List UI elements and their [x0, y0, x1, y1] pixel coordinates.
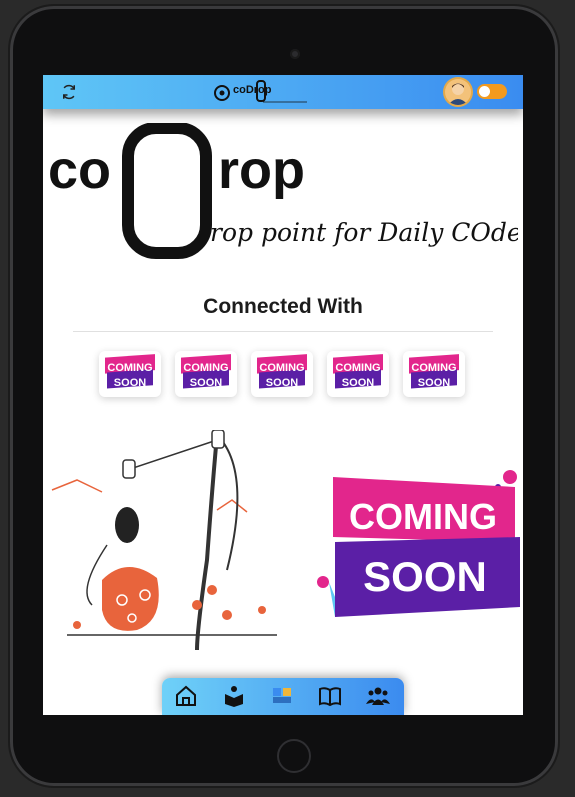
- coming-soon-badge[interactable]: COMING SOON: [175, 351, 237, 397]
- avatar[interactable]: [445, 79, 471, 105]
- badge-line2: SOON: [418, 377, 450, 389]
- logo-tagline: rop point for Daily COders: [210, 218, 518, 247]
- camera-dot: [290, 49, 300, 59]
- coming-soon-banner: COMING SOON: [317, 470, 520, 617]
- badge-line2: SOON: [190, 377, 222, 389]
- coming-soon-badge[interactable]: COMING SOON: [403, 351, 465, 397]
- user-avatar-icon: [448, 83, 468, 105]
- banner-line1: COMING: [349, 496, 497, 537]
- divider: [73, 331, 493, 332]
- codrop-logo: co rop rop point for Daily COders: [48, 123, 518, 259]
- mini-logo[interactable]: coDrop: [211, 78, 321, 106]
- badge-line1: COMING: [107, 362, 152, 374]
- refresh-icon[interactable]: [60, 83, 78, 101]
- logo-co: co: [48, 140, 111, 200]
- connected-heading: Connected With: [203, 295, 363, 318]
- logo-rop: rop: [218, 140, 305, 200]
- reader-icon[interactable]: [222, 684, 246, 708]
- badge-line2: SOON: [266, 377, 298, 389]
- coming-soon-badge[interactable]: COMING SOON: [99, 351, 161, 397]
- book-icon[interactable]: [318, 684, 342, 708]
- badge-line1: COMING: [335, 362, 380, 374]
- coming-soon-badge[interactable]: COMING SOON: [327, 351, 389, 397]
- badge-line2: SOON: [114, 377, 146, 389]
- badge-line1: COMING: [259, 362, 304, 374]
- banner-line2: SOON: [363, 553, 487, 600]
- gallery-icon[interactable]: [270, 684, 294, 708]
- connected-badges: COMING SOON COMING SOON COMING SOON COMI…: [99, 351, 469, 399]
- slingshot-illustration: [51, 430, 277, 651]
- coming-soon-badge[interactable]: COMING SOON: [251, 351, 313, 397]
- badge-line1: COMING: [411, 362, 456, 374]
- badge-line2: SOON: [342, 377, 374, 389]
- home-icon[interactable]: [174, 684, 198, 708]
- toggle-knob: [479, 86, 490, 97]
- top-bar: coDrop: [43, 75, 523, 109]
- theme-toggle[interactable]: [477, 84, 507, 99]
- community-icon[interactable]: [366, 684, 390, 708]
- bottom-nav: [162, 678, 404, 715]
- home-hardware-button[interactable]: [277, 739, 311, 773]
- badge-line1: COMING: [183, 362, 228, 374]
- app-screen: coDrop co rop rop point for Daily COders…: [43, 75, 523, 715]
